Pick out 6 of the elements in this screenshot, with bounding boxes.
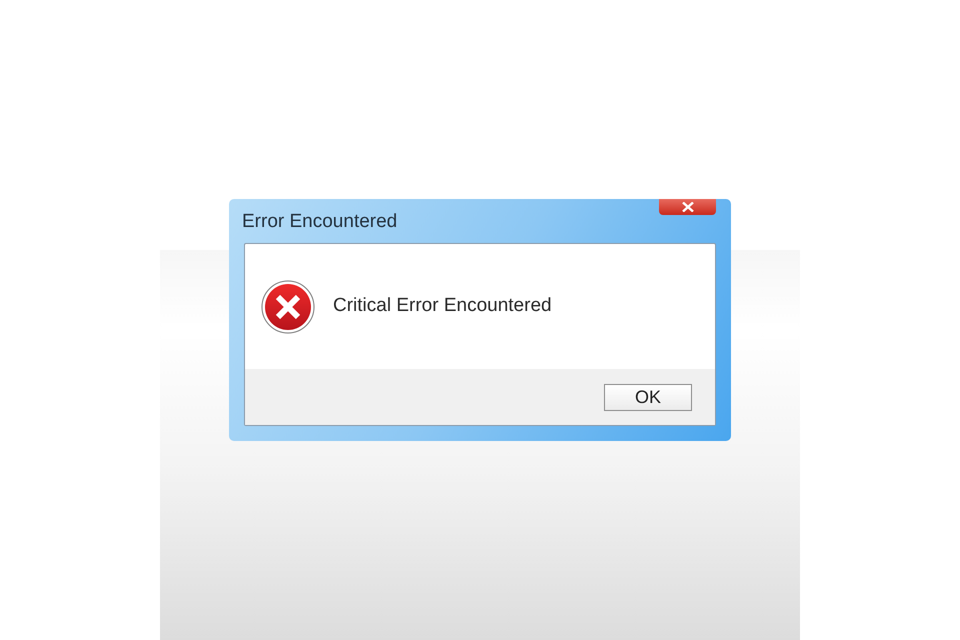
window-title: Error Encountered: [242, 210, 398, 234]
error-message: Critical Error Encountered: [333, 294, 552, 318]
error-icon: [261, 280, 315, 334]
close-button[interactable]: [659, 199, 716, 215]
close-icon: [682, 202, 694, 212]
ok-button[interactable]: OK: [604, 384, 692, 410]
